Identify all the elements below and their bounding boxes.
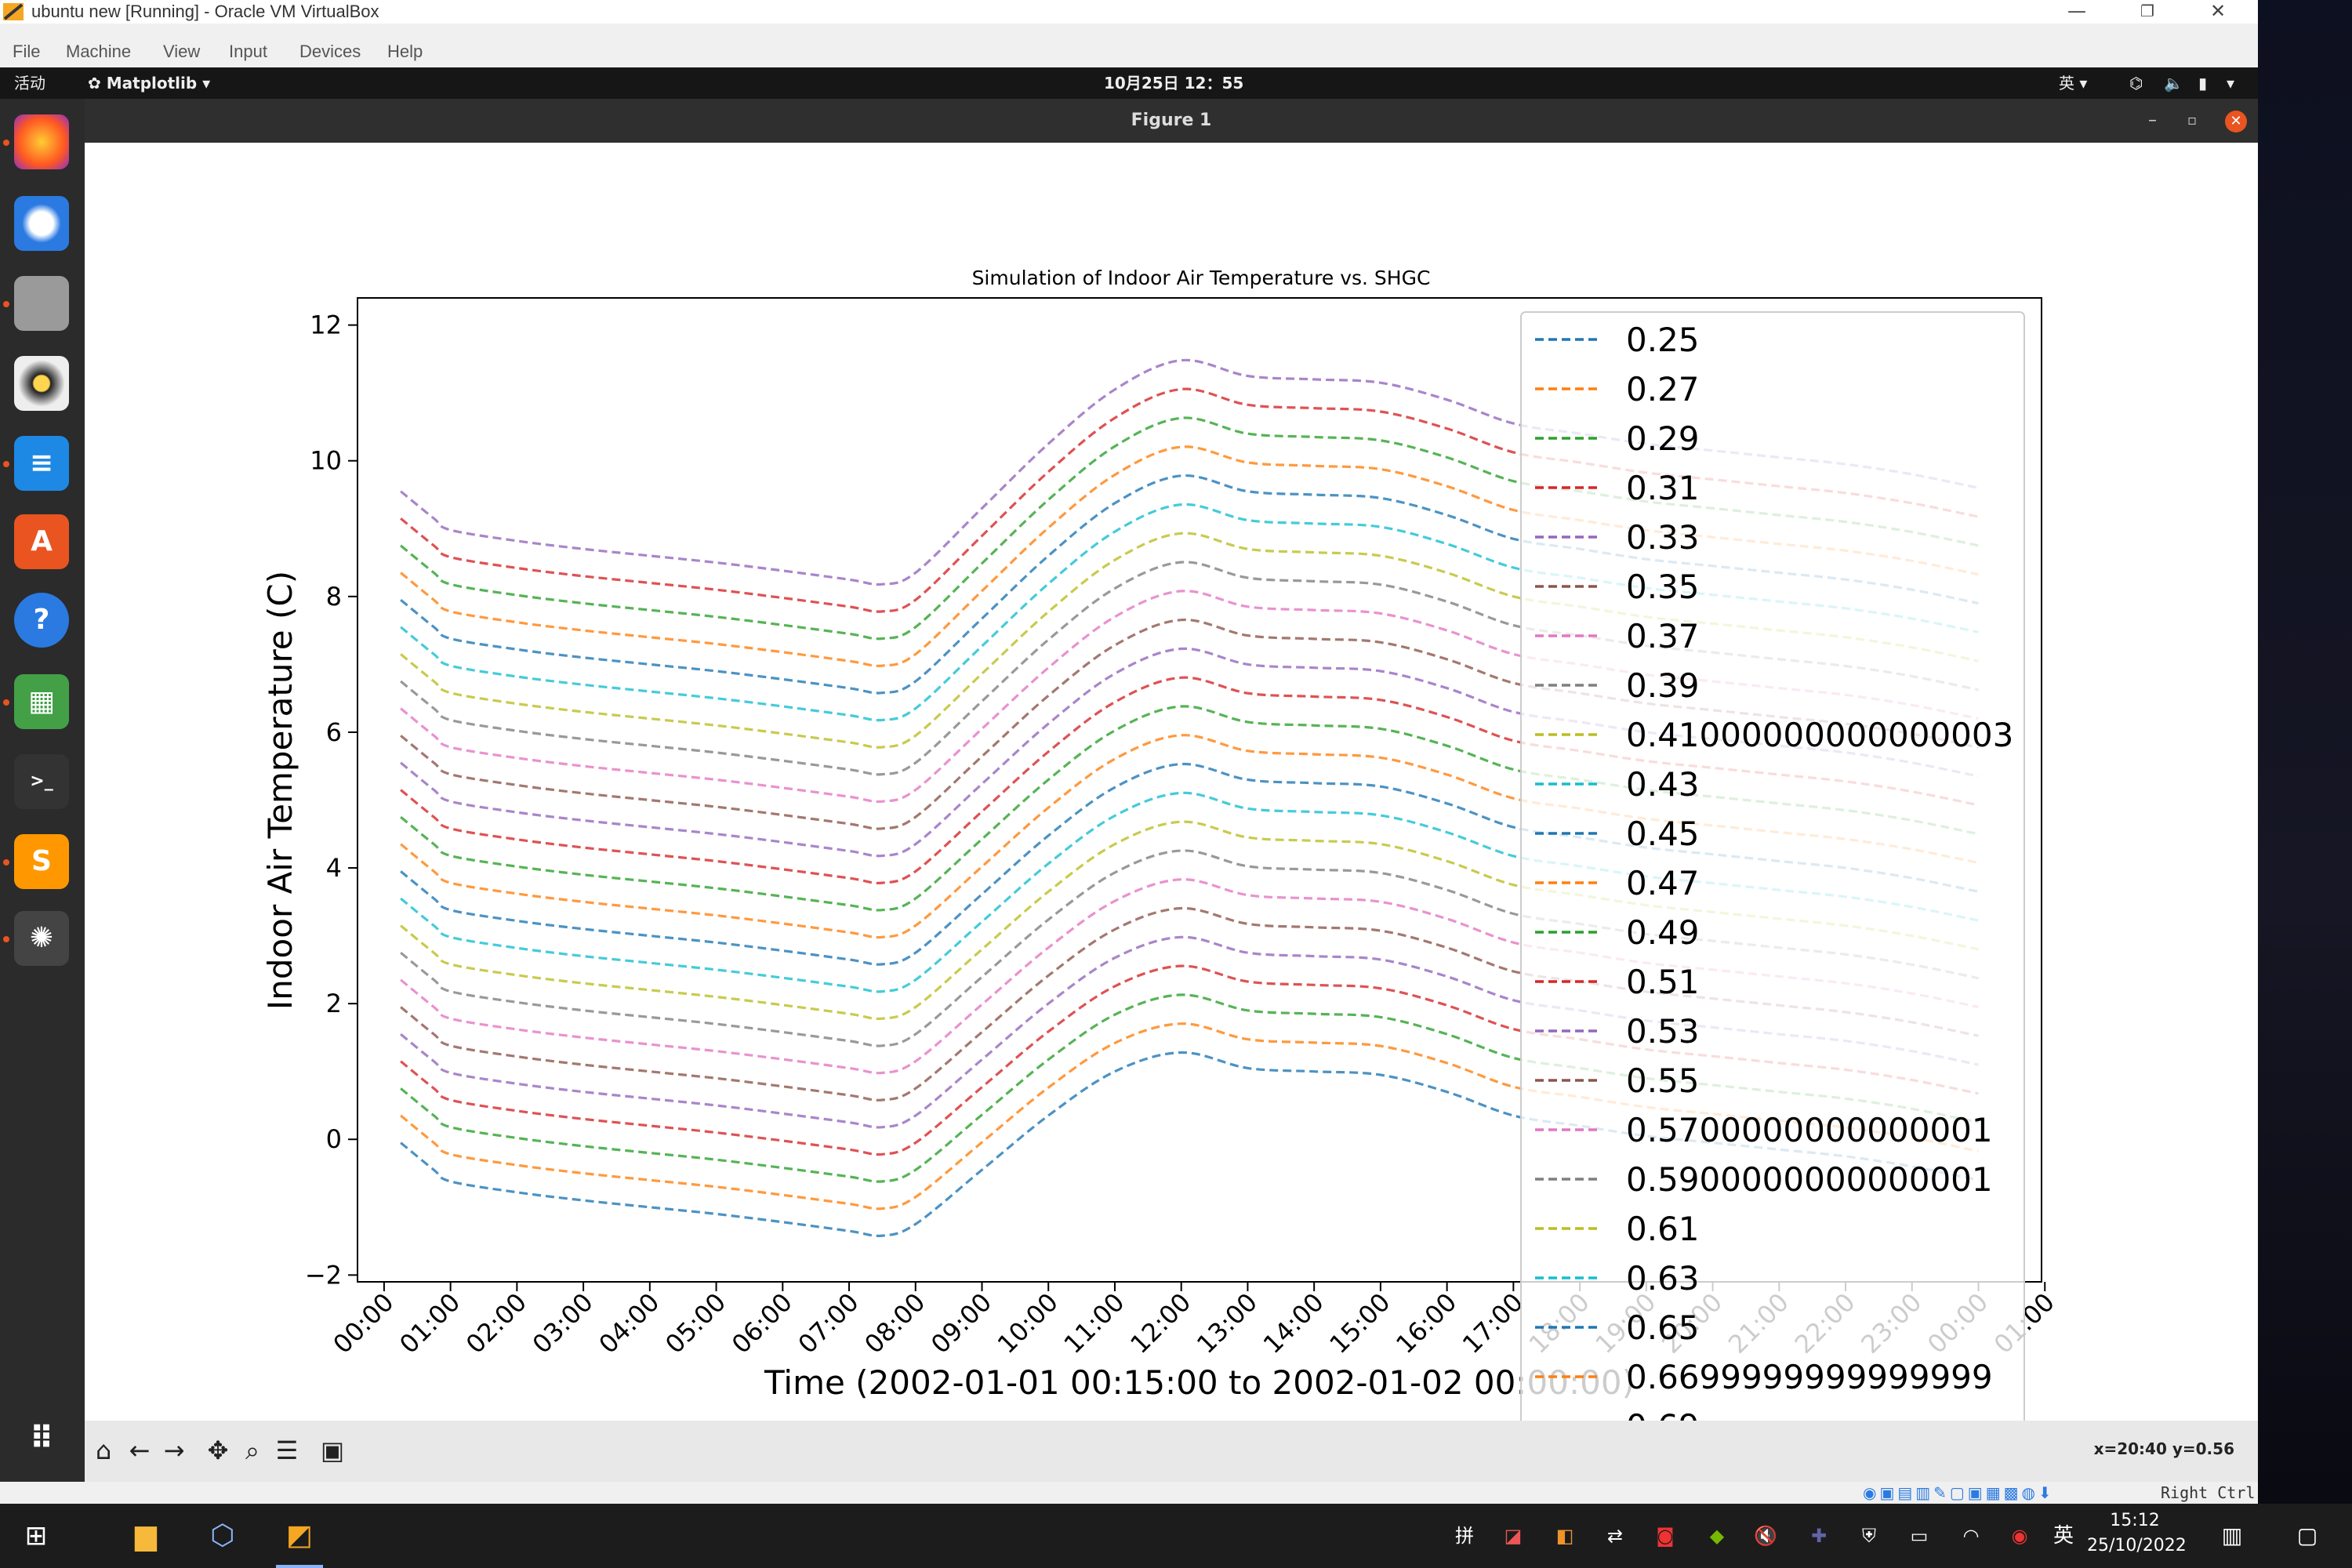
ime-indicator[interactable]: 拼 — [1449, 1504, 1480, 1568]
rhythmbox-icon[interactable] — [14, 356, 69, 411]
tray-settings-icon[interactable]: ⇄ — [1599, 1504, 1631, 1568]
app-menu[interactable]: ✿ Matplotlib ▾ — [88, 67, 210, 99]
taskbar-time: 15:12 — [2110, 1511, 2160, 1530]
windows-taskbar — [0, 1504, 2352, 1568]
save-icon[interactable]: ▣ — [317, 1435, 348, 1466]
app-grid-icon[interactable]: ⠿ — [14, 1411, 69, 1466]
host-desktop-background — [2258, 0, 2352, 1504]
input-method-indicator[interactable]: 英 ▾ — [2059, 67, 2087, 99]
battery-icon[interactable]: ▭ — [1904, 1504, 1935, 1568]
help-icon[interactable]: ? — [14, 593, 69, 648]
thunderbird-icon[interactable] — [14, 196, 69, 251]
start-button[interactable]: ⊞ — [13, 1504, 60, 1568]
language-indicator[interactable]: 英 — [2048, 1504, 2079, 1568]
menu-machine[interactable]: Machine — [66, 36, 131, 67]
forward-icon[interactable]: → — [158, 1435, 190, 1466]
activities-button[interactable]: 活动 — [14, 67, 45, 99]
app-menu-label: Matplotlib ▾ — [106, 74, 211, 93]
host-key-indicator: Right Ctrl — [2161, 1483, 2256, 1502]
file-explorer-icon[interactable]: ▆ — [122, 1504, 169, 1568]
window-title: ubuntu new [Running] - Oracle VM Virtual… — [31, 2, 379, 21]
figure-canvas[interactable] — [85, 143, 2258, 1421]
menu-input[interactable]: Input — [229, 36, 267, 67]
running-indicator — [3, 140, 9, 146]
pan-icon[interactable]: ✥ — [202, 1435, 234, 1466]
matplotlib-menu-icon: ✿ — [88, 74, 107, 93]
home-icon[interactable]: ⌂ — [88, 1435, 119, 1466]
running-indicator — [3, 699, 9, 706]
close-button[interactable]: ✕ — [2183, 0, 2253, 24]
matplotlib-toolbar — [85, 1421, 2258, 1482]
menu-view[interactable]: View — [163, 36, 200, 67]
close-icon: ✕ — [2209, 0, 2227, 22]
task-view-icon[interactable]: ▥ — [2211, 1504, 2253, 1568]
vm-window-taskbar-icon[interactable]: ◩ — [276, 1504, 323, 1568]
nvidia-icon[interactable]: ◆ — [1701, 1504, 1733, 1568]
virtualbox-app-icon — [3, 3, 24, 20]
sublime-icon[interactable]: S — [14, 834, 69, 889]
network-icon[interactable]: ⌬ — [2129, 67, 2143, 99]
system-menu-chevron-icon[interactable]: ▾ — [2227, 67, 2234, 99]
calc-icon[interactable]: ▦ — [14, 674, 69, 729]
software-icon[interactable]: A — [14, 514, 69, 569]
menu-devices[interactable]: Devices — [299, 36, 361, 67]
restore-icon: ❐ — [2140, 2, 2154, 20]
zoom-icon[interactable]: ⌕ — [237, 1435, 268, 1466]
running-indicator — [3, 461, 9, 467]
matplotlib-icon[interactable]: ✺ — [14, 911, 69, 966]
figure-minimize-icon[interactable]: – — [2148, 99, 2157, 143]
topbar-clock[interactable]: 10月25日 12：55 — [1104, 67, 1243, 99]
running-indicator — [3, 301, 9, 307]
virtualbox-taskbar-icon[interactable]: ⬡ — [199, 1504, 246, 1568]
back-icon[interactable]: ← — [124, 1435, 155, 1466]
mute-icon[interactable]: 🔇 — [1750, 1504, 1781, 1568]
security-icon[interactable]: ⛨ — [1853, 1504, 1885, 1568]
files-icon[interactable] — [14, 276, 69, 331]
tray-app-icon[interactable]: ◉ — [2004, 1504, 2035, 1568]
tray-app-icon[interactable]: ◧ — [1549, 1504, 1581, 1568]
writer-icon[interactable]: ≡ — [14, 436, 69, 491]
battery-icon[interactable]: ▮ — [2198, 67, 2207, 99]
windows-logo-icon: ⊞ — [24, 1520, 48, 1552]
volume-icon[interactable]: 🔈 — [2164, 67, 2183, 99]
menu-help[interactable]: Help — [387, 36, 423, 67]
firefox-icon[interactable] — [14, 114, 69, 169]
minimize-icon: — — [2067, 0, 2086, 22]
taskbar-clock[interactable]: 15:12 25/10/2022 — [2087, 1508, 2187, 1559]
vbox-status-icons[interactable]: ◉▣▤▥✎▢▣▦▩◍⬇ — [1863, 1483, 2055, 1502]
restore-button[interactable]: ❐ — [2112, 0, 2183, 24]
notifications-icon[interactable]: ▢ — [2286, 1504, 2328, 1568]
cursor-coordinates: x=20:40 y=0.56 — [2093, 1439, 2234, 1458]
running-indicator — [3, 859, 9, 866]
terminal-icon[interactable]: >_ — [14, 754, 69, 809]
taskbar-date: 25/10/2022 — [2087, 1536, 2187, 1555]
wifi-icon[interactable]: ◠ — [1955, 1504, 1987, 1568]
figure-title: Figure 1 — [1131, 111, 1212, 130]
running-indicator — [3, 936, 9, 942]
figure-close-icon[interactable]: ✕ — [2225, 111, 2247, 132]
minimize-button[interactable]: — — [2042, 0, 2112, 24]
teams-icon[interactable]: ✚ — [1803, 1504, 1835, 1568]
menu-file[interactable]: File — [13, 36, 40, 67]
tray-app-icon[interactable]: ◪ — [1497, 1504, 1529, 1568]
tray-app-icon[interactable]: ◙ — [1650, 1504, 1681, 1568]
configure-subplots-icon[interactable]: ☰ — [271, 1435, 303, 1466]
figure-maximize-icon[interactable]: ▫ — [2187, 99, 2197, 143]
